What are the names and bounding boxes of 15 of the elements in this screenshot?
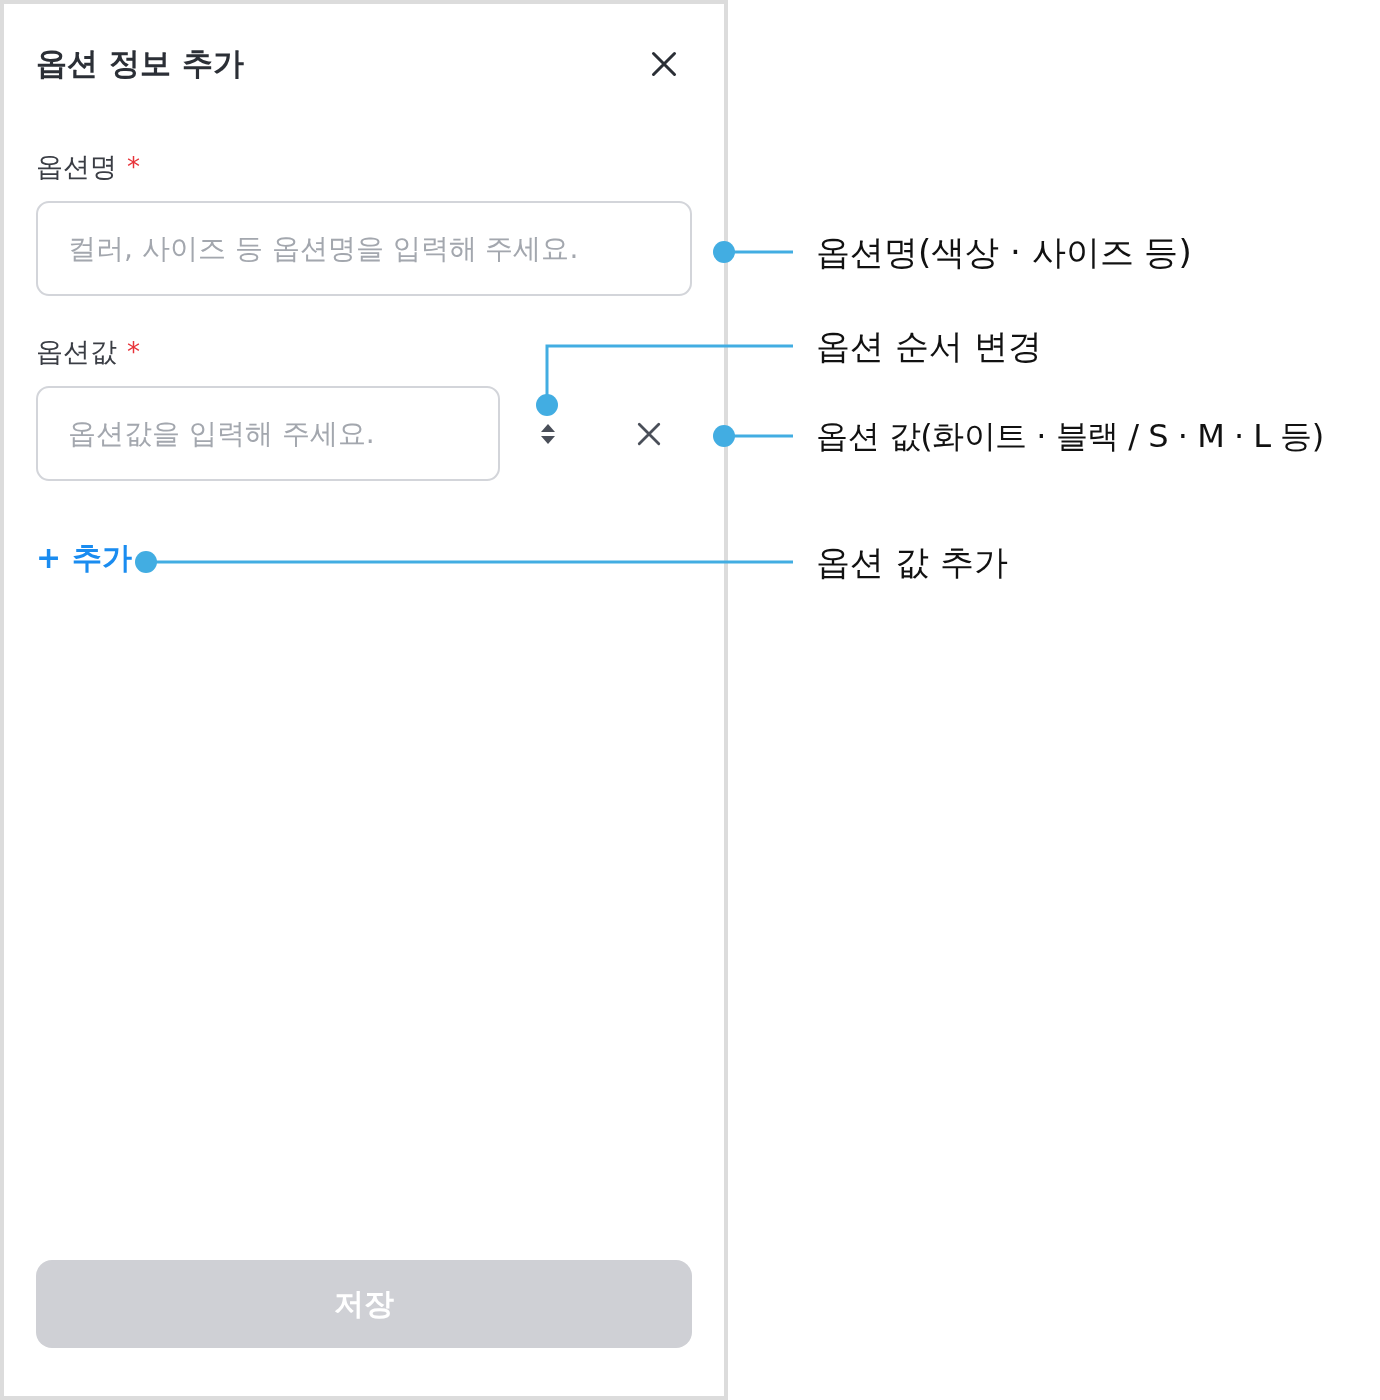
close-icon[interactable] [650,50,678,78]
field-label: 옵션명 [36,150,117,184]
input-field[interactable]: 컬러, 사이즈 등 옵션명을 입력해 주세요. [36,201,692,296]
annotation-label: 옵션 값 추가 [816,541,1008,584]
field-label: 옵션값 [36,335,117,369]
annotation-label: 옵션 값(화이트 · 블랙 / S · M · L 등) [816,416,1324,457]
required-mark: * [127,337,140,367]
add-link[interactable]: + 추가 [36,538,132,579]
sort-icon[interactable] [540,422,556,445]
delete-icon[interactable] [636,420,662,447]
dialog-title: 옵션 정보 추가 [36,44,244,83]
required-mark: * [127,152,140,182]
annotation-label: 옵션 순서 변경 [816,325,1042,368]
input-field[interactable]: 옵션값을 입력해 주세요. [36,386,500,481]
annotation-label: 옵션명(색상 · 사이즈 등) [816,231,1192,274]
